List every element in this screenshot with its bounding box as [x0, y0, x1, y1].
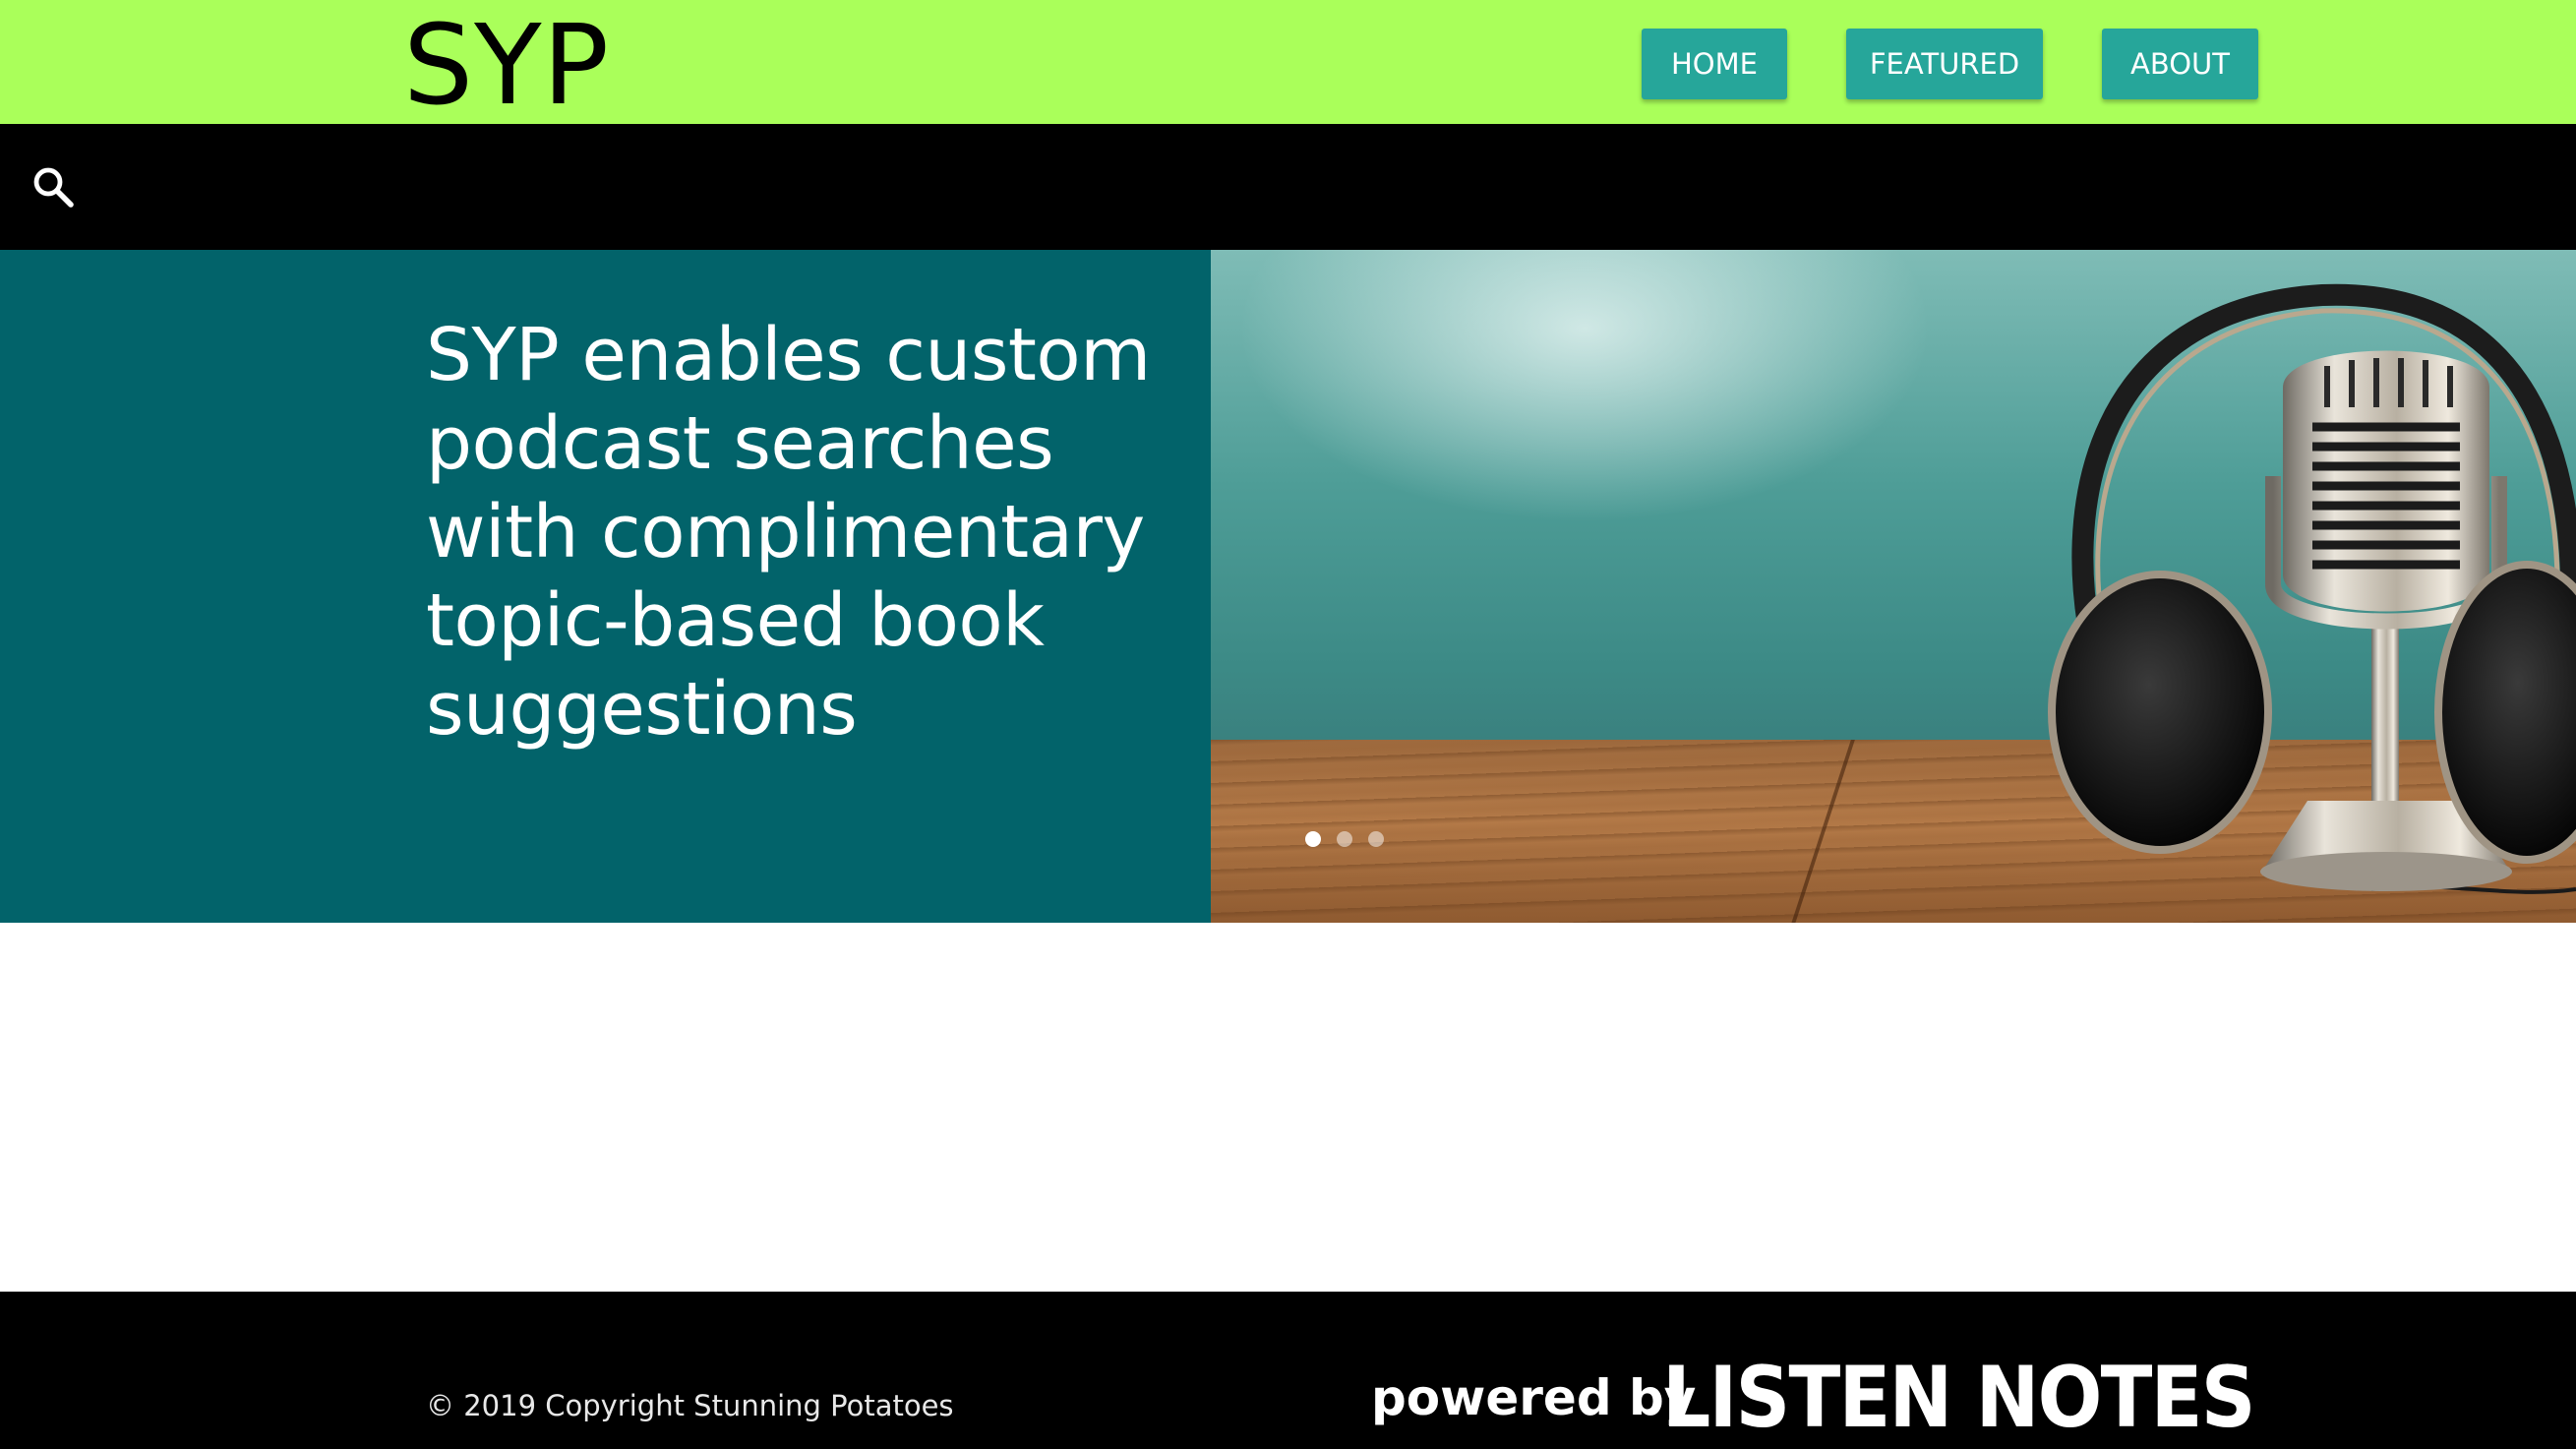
microphone-headphones-illustration: [2048, 283, 2576, 894]
site-logo[interactable]: SYP: [403, 4, 610, 128]
search-icon[interactable]: [30, 163, 77, 211]
search-input[interactable]: [98, 153, 2459, 220]
main-content: [0, 923, 2576, 1292]
carousel-dot-2[interactable]: [1337, 831, 1352, 847]
hero-podcast-image: [1211, 250, 2576, 923]
copyright-text: © 2019 Copyright Stunning Potatoes: [426, 1389, 954, 1422]
search-bar: [0, 124, 2576, 250]
top-header: SYP HOME FEATURED ABOUT: [0, 0, 2576, 128]
footer: © 2019 Copyright Stunning Potatoes power…: [0, 1292, 2576, 1449]
hero-headline: SYP enables custom podcast searches with…: [426, 313, 1151, 752]
nav-featured-button[interactable]: FEATURED: [1846, 29, 2043, 99]
carousel-dot-3[interactable]: [1368, 831, 1384, 847]
hero-section: SYP enables custom podcast searches with…: [0, 250, 2576, 923]
powered-by-label: powered by: [1371, 1369, 1697, 1426]
listen-notes-logo[interactable]: LISTEN NOTES: [1662, 1349, 2255, 1447]
nav-about-button[interactable]: ABOUT: [2102, 29, 2258, 99]
nav-home-button[interactable]: HOME: [1642, 29, 1787, 99]
carousel-dot-1[interactable]: [1305, 831, 1321, 847]
